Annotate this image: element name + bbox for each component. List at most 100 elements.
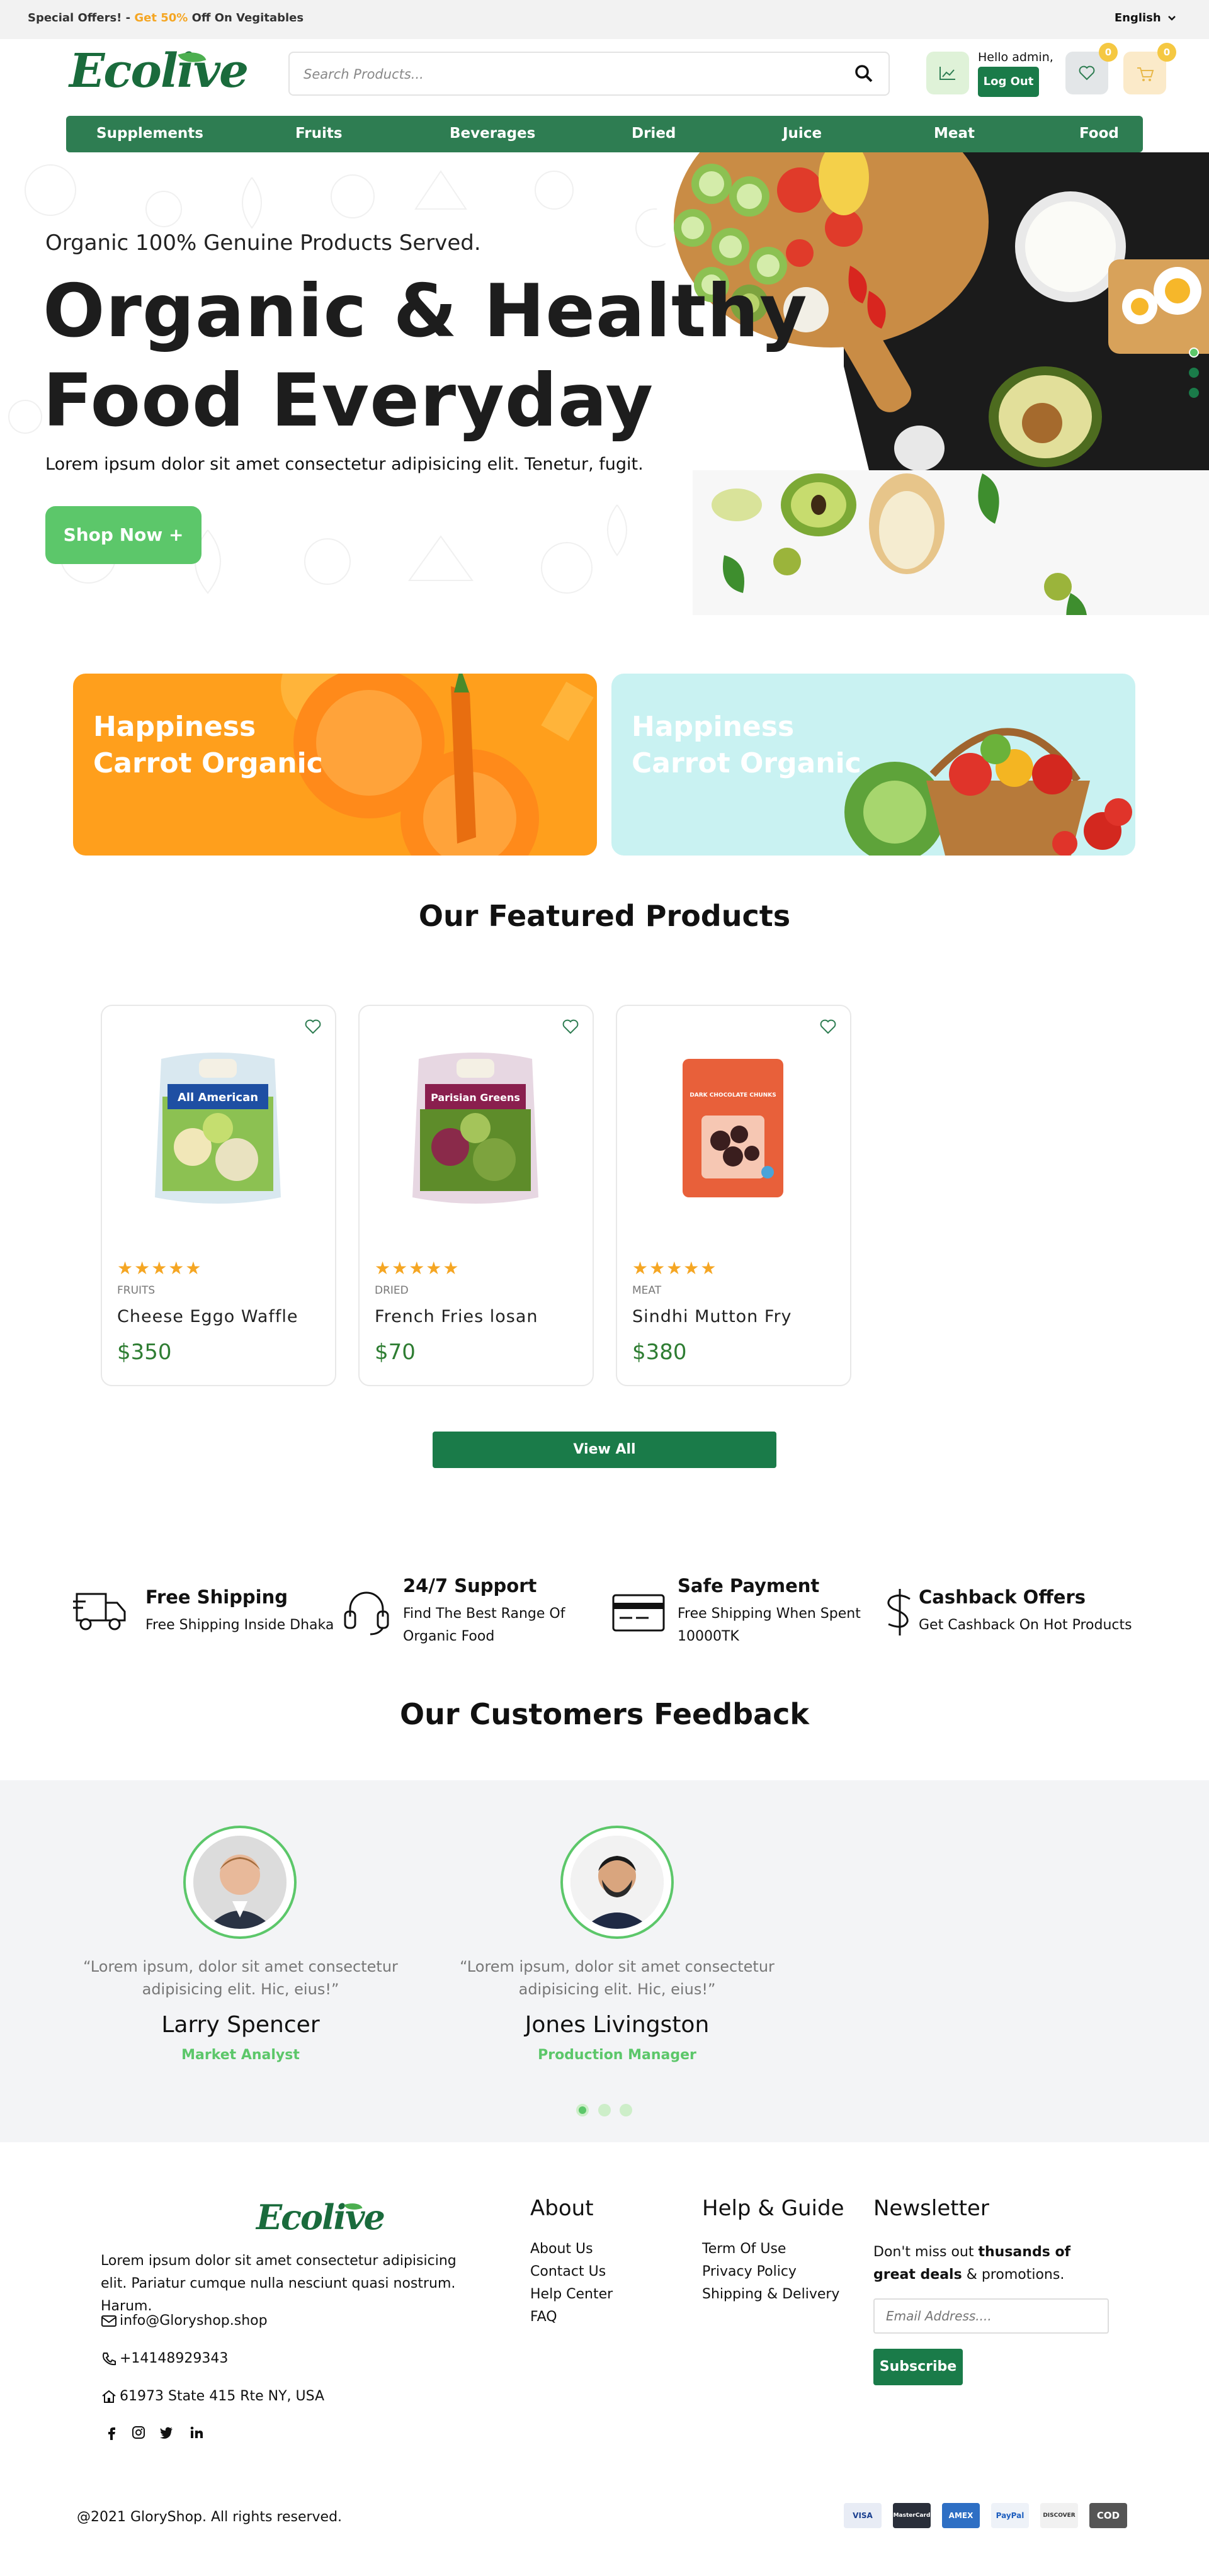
footer-email[interactable]: info@Gloryshop.shop	[101, 2313, 268, 2329]
banner-line-1: Happiness	[632, 711, 795, 743]
site-logo[interactable]: Ecolive	[69, 44, 249, 98]
nav-item-beverages[interactable]: Beverages	[450, 125, 535, 142]
feature-title: Free Shipping	[145, 1586, 288, 1608]
chart-icon	[939, 67, 955, 80]
product-category: DRIED	[375, 1284, 409, 1297]
newsletter-email-input[interactable]	[873, 2298, 1109, 2334]
twitter-icon[interactable]	[159, 2425, 174, 2440]
hero-title: Organic & Healthy Food Everyday	[43, 267, 808, 446]
rating-stars: ★★★★★	[632, 1258, 718, 1279]
wishlist-heart-icon[interactable]	[561, 1017, 580, 1036]
cart-count-badge: 0	[1157, 43, 1176, 62]
footer-help-title: Help & Guide	[702, 2196, 844, 2221]
banner-title: Happiness Carrot Organic	[93, 709, 323, 782]
newsletter-title: Newsletter	[873, 2196, 989, 2221]
hero-title-line-1: Organic & Healthy	[43, 269, 808, 354]
feature-description: Free Shipping Inside Dhaka	[145, 1617, 334, 1633]
shop-now-button[interactable]: Shop Now +	[45, 506, 202, 564]
rating-stars: ★★★★★	[375, 1258, 460, 1279]
carousel-dot-2[interactable]	[598, 2104, 611, 2116]
instagram-icon[interactable]	[131, 2425, 146, 2440]
nav-item-food[interactable]: Food	[1079, 125, 1119, 142]
product-category: MEAT	[632, 1284, 662, 1297]
view-all-button[interactable]: View All	[433, 1432, 776, 1468]
product-card[interactable]: All American ★★★★★ FRUITS Cheese Eggo Wa…	[101, 1005, 336, 1386]
hero-description: Lorem ipsum dolor sit amet consectetur a…	[45, 455, 644, 474]
banner-line-2: Carrot Organic	[632, 747, 861, 779]
testimonial-quote: “Lorem ipsum, dolor sit amet consectetur…	[460, 1958, 775, 1998]
promo-banner-carrot[interactable]: Happiness Carrot Organic	[73, 674, 597, 856]
chevron-down-icon	[1168, 16, 1176, 21]
visa-icon: VISA	[844, 2503, 882, 2528]
wishlist-heart-icon[interactable]	[819, 1017, 837, 1036]
phone-icon	[103, 2353, 116, 2366]
footer-link[interactable]: About Us	[530, 2241, 593, 2257]
copyright-text: @2021 GloryShop. All rights reserved.	[77, 2509, 343, 2525]
avatar-photo	[570, 1836, 664, 1929]
pack-label: All American	[178, 1091, 258, 1104]
carousel-dot-1[interactable]	[576, 2104, 589, 2116]
address-text: 61973 State 415 Rte NY, USA	[120, 2388, 325, 2404]
feedback-section: “Lorem ipsum, dolor sit amet consectetur…	[0, 1780, 1209, 2142]
slider-dot-1[interactable]	[1189, 347, 1199, 358]
nav-item-supplements[interactable]: Supplements	[96, 125, 203, 142]
rating-stars: ★★★★★	[117, 1258, 203, 1279]
product-name[interactable]: Cheese Eggo Waffle	[117, 1307, 298, 1326]
product-card[interactable]: DARK CHOCOLATE CHUNKS ★★★★★ MEAT Sindhi …	[616, 1005, 851, 1386]
product-image: All American	[155, 1053, 281, 1204]
hero-subtitle: Organic 100% Genuine Products Served.	[45, 230, 481, 256]
promo-banner-basket[interactable]: Happiness Carrot Organic	[611, 674, 1135, 856]
slider-dot-3[interactable]	[1189, 388, 1199, 398]
cod-icon: COD	[1089, 2503, 1127, 2528]
greeting-text: Hello admin,	[978, 50, 1053, 64]
search-input[interactable]	[304, 64, 807, 84]
product-image: Parisian Greens	[412, 1053, 538, 1204]
mail-icon	[101, 2315, 116, 2327]
testimonial-quote: “Lorem ipsum, dolor sit amet consectetur…	[83, 1958, 398, 1998]
carousel-dot-3[interactable]	[620, 2104, 632, 2116]
footer-link[interactable]: Term Of Use	[702, 2241, 786, 2257]
search-icon[interactable]	[853, 63, 875, 84]
paypal-icon: PayPal	[991, 2503, 1029, 2528]
facebook-icon[interactable]	[105, 2425, 120, 2440]
footer-link[interactable]: Privacy Policy	[702, 2264, 797, 2279]
footer-link[interactable]: Contact Us	[530, 2264, 606, 2279]
wishlist-heart-icon[interactable]	[304, 1017, 322, 1036]
testimonial-role: Production Manager	[538, 2047, 696, 2063]
search-bar	[288, 52, 890, 96]
footer-logo[interactable]: Ecolive	[256, 2197, 385, 2237]
footer-link[interactable]: Shipping & Delivery	[702, 2286, 839, 2302]
pack-label: Parisian Greens	[431, 1092, 520, 1104]
dashboard-button[interactable]	[926, 52, 969, 94]
slider-dot-2[interactable]	[1189, 368, 1199, 378]
newsletter-text: Don't miss out thusands of great deals &…	[873, 2241, 1113, 2286]
language-selector[interactable]: English	[1115, 11, 1176, 25]
hero-section: Organic 100% Genuine Products Served. Or…	[0, 152, 1209, 615]
footer-link[interactable]: FAQ	[530, 2309, 557, 2325]
footer-phone[interactable]: +14148929343	[101, 2351, 228, 2366]
banner-title: Happiness Carrot Organic	[632, 709, 861, 782]
testimonial-name: Jones Livingston	[525, 2012, 710, 2038]
mastercard-icon: MasterCard	[893, 2503, 931, 2528]
linkedin-icon[interactable]	[189, 2425, 204, 2440]
product-name[interactable]: French Fries losan	[375, 1307, 538, 1326]
nav-item-fruits[interactable]: Fruits	[295, 125, 343, 142]
featured-products-title: Our Featured Products	[418, 899, 791, 933]
banner-line-1: Happiness	[93, 711, 256, 743]
footer-about-text: Lorem ipsum dolor sit amet consectetur a…	[101, 2253, 457, 2314]
product-price: $380	[632, 1340, 687, 1365]
product-category: FRUITS	[117, 1284, 156, 1297]
nav-item-dried[interactable]: Dried	[632, 125, 676, 142]
person-icon	[570, 1836, 664, 1929]
logout-button[interactable]: Log Out	[978, 67, 1039, 97]
language-label: English	[1114, 11, 1161, 25]
nav-item-juice[interactable]: Juice	[783, 125, 822, 142]
discover-icon: DISCOVER	[1040, 2503, 1078, 2528]
product-price: $70	[375, 1340, 416, 1365]
newsletter-text-post: & promotions.	[962, 2267, 1065, 2283]
footer-link[interactable]: Help Center	[530, 2286, 613, 2302]
product-card[interactable]: Parisian Greens ★★★★★ DRIED French Fries…	[358, 1005, 594, 1386]
subscribe-button[interactable]: Subscribe	[873, 2349, 963, 2385]
nav-item-meat[interactable]: Meat	[934, 125, 975, 142]
product-name[interactable]: Sindhi Mutton Fry	[632, 1307, 792, 1326]
